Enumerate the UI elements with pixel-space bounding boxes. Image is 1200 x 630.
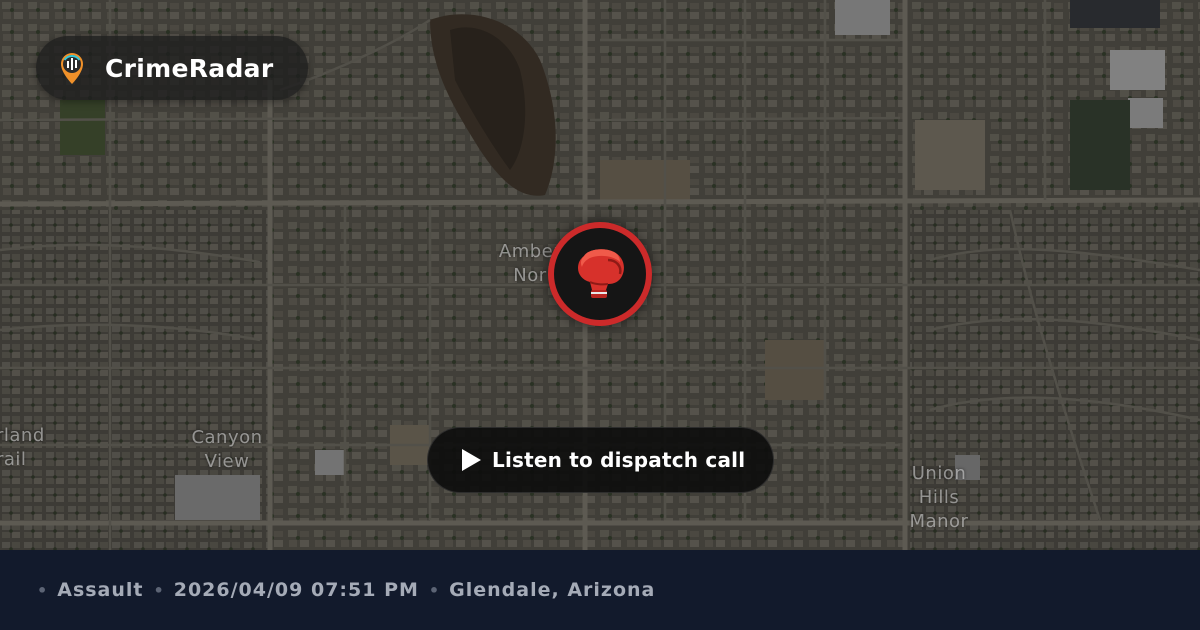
brand-badge[interactable]: CrimeRadar <box>36 36 308 100</box>
listen-dispatch-label: Listen to dispatch call <box>492 448 746 472</box>
incident-location: Glendale, Arizona <box>449 579 656 601</box>
marker-inner <box>554 228 646 320</box>
map-label-line: rland <box>0 425 45 446</box>
footer-separator: • <box>428 580 440 600</box>
map-label-line: Union <box>911 463 967 484</box>
map-label-line: Manor <box>909 511 969 532</box>
listen-dispatch-button[interactable]: Listen to dispatch call <box>427 427 774 493</box>
map-label-line: rail <box>0 449 27 470</box>
incident-marker[interactable] <box>548 222 652 326</box>
incident-footer: • Assault • 2026/04/09 07:51 PM • Glenda… <box>0 550 1200 630</box>
play-icon <box>462 449 481 471</box>
map-label-rland-trail: rland rail <box>0 424 56 472</box>
incident-datetime: 2026/04/09 07:51 PM <box>173 579 419 601</box>
map-label-canyon-view: Canyon View <box>191 427 263 472</box>
map-label-line: Hills <box>918 487 960 508</box>
footer-separator: • <box>153 580 164 600</box>
footer-separator: • <box>37 580 48 600</box>
boxing-glove-icon <box>578 249 624 298</box>
radar-pin-icon <box>61 53 83 84</box>
brand-name: CrimeRadar <box>105 53 274 83</box>
map-label-union-hills-manor: Union Hills Manor <box>904 462 974 534</box>
crime-type: Assault <box>57 579 144 601</box>
